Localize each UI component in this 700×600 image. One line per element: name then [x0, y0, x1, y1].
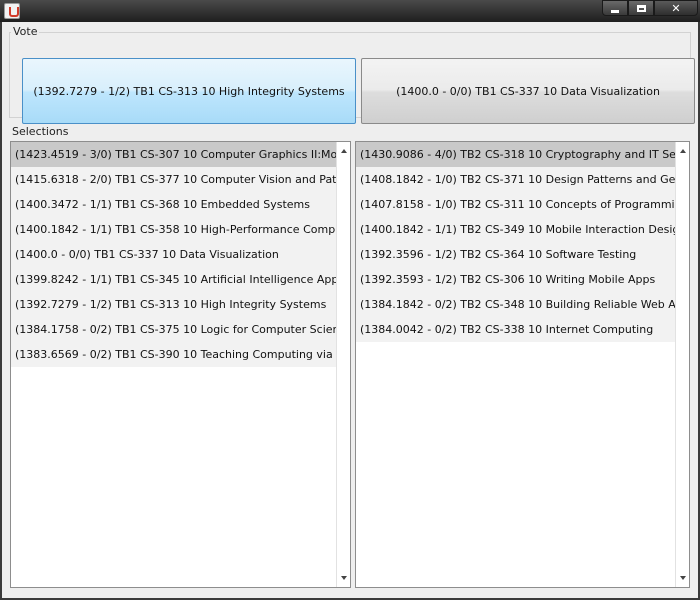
list-item[interactable]: (1384.1758 - 0/2) TB1 CS-375 10 Logic fo…	[11, 317, 336, 342]
list-item[interactable]: (1392.3593 - 1/2) TB2 CS-306 10 Writing …	[356, 267, 675, 292]
list-item[interactable]: (1384.0042 - 0/2) TB2 CS-338 10 Internet…	[356, 317, 675, 342]
minimize-icon	[611, 9, 619, 13]
list-item[interactable]: (1400.1842 - 1/1) TB1 CS-358 10 High-Per…	[11, 217, 336, 242]
scroll-up-button[interactable]	[337, 144, 350, 158]
list-item[interactable]: (1400.1842 - 1/1) TB2 CS-349 10 Mobile I…	[356, 217, 675, 242]
vote-right-button[interactable]: (1400.0 - 0/0) TB1 CS-337 10 Data Visual…	[361, 58, 695, 124]
list-item[interactable]: (1423.4519 - 3/0) TB1 CS-307 10 Computer…	[11, 142, 336, 167]
list-item[interactable]: (1430.9086 - 4/0) TB2 CS-318 10 Cryptogr…	[356, 142, 675, 167]
list-item[interactable]: (1408.1842 - 1/0) TB2 CS-371 10 Design P…	[356, 167, 675, 192]
list-item[interactable]: (1415.6318 - 2/0) TB1 CS-377 10 Computer…	[11, 167, 336, 192]
minimize-button[interactable]	[602, 0, 628, 16]
vote-group: (1392.7279 - 1/2) TB1 CS-313 10 High Int…	[9, 32, 695, 124]
list-item[interactable]: (1400.3472 - 1/1) TB1 CS-368 10 Embedded…	[11, 192, 336, 217]
list-item[interactable]: (1383.6569 - 0/2) TB1 CS-390 10 Teaching…	[11, 342, 336, 367]
window-controls: ✕	[602, 0, 698, 18]
arrow-up-icon	[340, 149, 347, 153]
list-item[interactable]: (1407.8158 - 1/0) TB2 CS-311 10 Concepts…	[356, 192, 675, 217]
list-item[interactable]: (1400.0 - 0/0) TB1 CS-337 10 Data Visual…	[11, 242, 336, 267]
tb2-list-scrollbar[interactable]	[675, 142, 689, 587]
tb1-selection-list: (1423.4519 - 3/0) TB1 CS-307 10 Computer…	[10, 141, 351, 588]
list-item[interactable]: (1392.7279 - 1/2) TB1 CS-313 10 High Int…	[11, 292, 336, 317]
close-icon: ✕	[671, 1, 681, 15]
maximize-button[interactable]	[628, 0, 654, 16]
java-app-icon	[4, 3, 20, 19]
tb2-selection-list: (1430.9086 - 4/0) TB2 CS-318 10 Cryptogr…	[355, 141, 690, 588]
main-panel: (1392.7279 - 1/2) TB1 CS-313 10 High Int…	[2, 22, 698, 598]
close-button[interactable]: ✕	[654, 0, 698, 16]
arrow-down-icon	[340, 576, 347, 580]
vote-left-button[interactable]: (1392.7279 - 1/2) TB1 CS-313 10 High Int…	[22, 58, 356, 124]
list-item[interactable]: (1399.8242 - 1/1) TB1 CS-345 10 Artifici…	[11, 267, 336, 292]
window-title-bar[interactable]: ✕	[0, 0, 700, 22]
selections-group-label: Selections	[10, 125, 71, 138]
arrow-down-icon	[679, 576, 686, 580]
tb1-list-body: (1423.4519 - 3/0) TB1 CS-307 10 Computer…	[11, 142, 336, 587]
maximize-icon	[636, 4, 646, 12]
vote-group-label: Vote	[11, 25, 40, 38]
arrow-up-icon	[679, 149, 686, 153]
scroll-up-button[interactable]	[676, 144, 689, 158]
list-item[interactable]: (1392.3596 - 1/2) TB2 CS-364 10 Software…	[356, 242, 675, 267]
tb2-list-body: (1430.9086 - 4/0) TB2 CS-318 10 Cryptogr…	[356, 142, 675, 587]
scroll-down-button[interactable]	[676, 571, 689, 585]
scroll-down-button[interactable]	[337, 571, 350, 585]
list-item[interactable]: (1384.1842 - 0/2) TB2 CS-348 10 Building…	[356, 292, 675, 317]
tb1-list-scrollbar[interactable]	[336, 142, 350, 587]
